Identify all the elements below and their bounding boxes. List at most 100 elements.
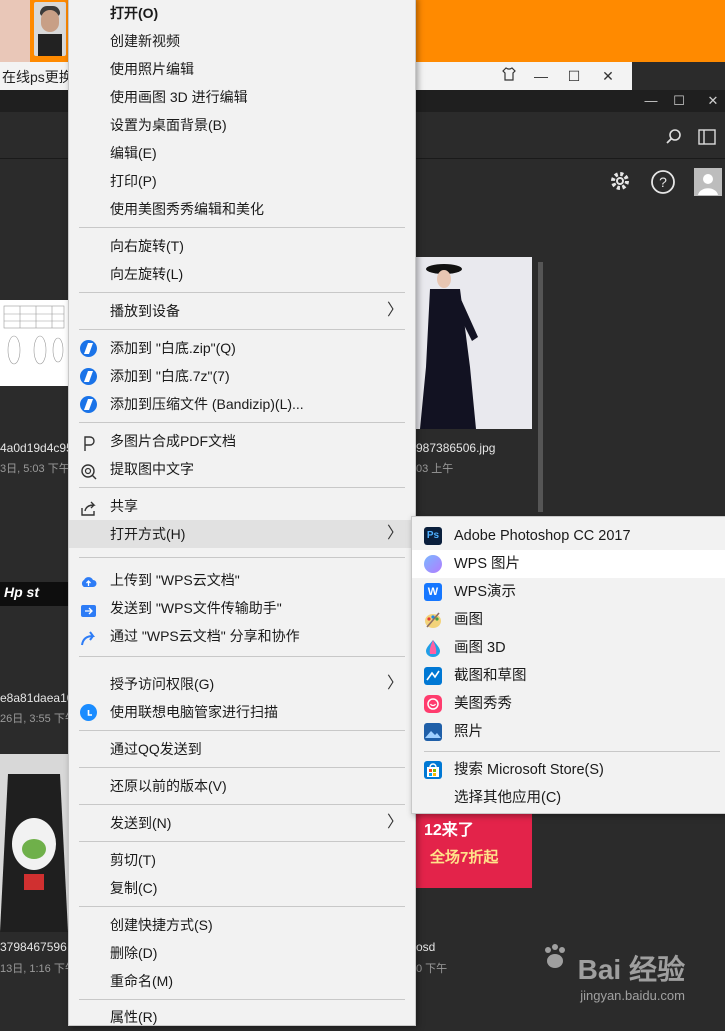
watermark-paw-icon — [540, 942, 566, 972]
chevron-right-icon: 〉 — [386, 302, 403, 319]
chevron-right-icon: 〉 — [386, 675, 403, 692]
app-maximize-button[interactable]: ☐ — [668, 92, 690, 110]
open-with-submenu: Ps Adobe Photoshop CC 2017 WPS 图片 W WPS演… — [411, 516, 725, 814]
sidebar-toggle-icon[interactable] — [698, 129, 716, 150]
submenu-item-photoshop[interactable]: Ps Adobe Photoshop CC 2017 — [412, 522, 725, 550]
avatar[interactable] — [694, 168, 722, 196]
submenu-item-photos[interactable]: 照片 — [412, 718, 725, 746]
maximize-button[interactable]: ☐ — [561, 66, 587, 86]
thumbnail-promo[interactable]: 12来了 全场7折起 — [416, 814, 532, 888]
lenovo-scan-icon — [80, 704, 97, 721]
menu-separator — [424, 751, 720, 752]
search-icon[interactable] — [665, 128, 683, 151]
browser-title: 在线ps更换 — [2, 69, 73, 85]
chevron-right-icon: 〉 — [386, 525, 403, 542]
menu-separator — [79, 656, 405, 657]
menu-item-send-wps-assistant[interactable]: 发送到 "WPS文件传输助手" — [69, 594, 415, 622]
paint-icon — [424, 611, 442, 629]
person-photo-thumbnail — [34, 2, 66, 56]
menu-separator — [79, 906, 405, 907]
scrollbar[interactable] — [538, 262, 543, 512]
bandizip-icon — [80, 368, 97, 385]
wps-presentation-icon: W — [424, 583, 442, 601]
menu-separator — [79, 557, 405, 558]
thumbnail-footprint-chart[interactable] — [0, 300, 68, 386]
menu-item-send-to[interactable]: 发送到(N) 〉 — [69, 809, 415, 837]
menu-separator — [79, 999, 405, 1000]
menu-item-open-with[interactable]: 打开方式(H) 〉 — [69, 520, 415, 548]
chevron-right-icon: 〉 — [386, 814, 403, 831]
thumbnail-banner[interactable]: Hp st — [0, 582, 68, 606]
app-close-button[interactable]: ✕ — [702, 92, 724, 110]
menu-separator — [79, 227, 405, 228]
wps-share-icon — [80, 628, 97, 646]
menu-item-wps-share[interactable]: 通过 "WPS云文档" 分享和协作 — [69, 622, 415, 650]
menu-separator — [79, 422, 405, 423]
menu-item-open[interactable]: 打开(O) — [69, 0, 415, 27]
menu-item-properties[interactable]: 属性(R) — [69, 1003, 415, 1031]
photoshop-icon: Ps — [424, 527, 442, 545]
submenu-item-wps-picture[interactable]: WPS 图片 — [412, 550, 725, 578]
menu-item-edit-with-photos[interactable]: 使用照片编辑 — [69, 55, 415, 83]
menu-item-merge-pdf[interactable]: 多图片合成PDF文档 — [69, 427, 415, 455]
submenu-item-store[interactable]: 搜索 Microsoft Store(S) — [412, 756, 725, 784]
menu-item-extract-text[interactable]: 提取图中文字 — [69, 455, 415, 483]
menu-item-rotate-right[interactable]: 向右旋转(T) — [69, 232, 415, 260]
meitu-icon — [424, 695, 442, 713]
menu-item-create-video[interactable]: 创建新视频 — [69, 27, 415, 55]
thumbnail-hoodie[interactable] — [0, 754, 68, 932]
menu-item-send-via-qq[interactable]: 通过QQ发送到 — [69, 735, 415, 763]
paint3d-icon — [424, 639, 442, 657]
menu-item-upload-wps[interactable]: 上传到 "WPS云文档" — [69, 566, 415, 594]
menu-separator — [79, 329, 405, 330]
cloud-upload-icon — [80, 572, 97, 589]
file-name: osd — [416, 940, 436, 954]
submenu-item-paint3d[interactable]: 画图 3D — [412, 634, 725, 662]
menu-item-add-archive[interactable]: 添加到压缩文件 (Bandizip)(L)... — [69, 390, 415, 418]
close-button[interactable]: ✕ — [595, 66, 621, 86]
submenu-item-paint[interactable]: 画图 — [412, 606, 725, 634]
menu-separator — [79, 804, 405, 805]
pdf-merge-icon — [80, 433, 97, 451]
file-date: 0 下午 — [416, 963, 448, 975]
app-minimize-button[interactable]: — — [640, 92, 662, 110]
minimize-button[interactable]: — — [528, 66, 554, 86]
menu-item-add-7z[interactable]: 添加到 "白底.7z"(7) — [69, 362, 415, 390]
menu-item-edit[interactable]: 编辑(E) — [69, 139, 415, 167]
menu-item-rotate-left[interactable]: 向左旋转(L) — [69, 260, 415, 288]
submenu-item-meitu[interactable]: 美图秀秀 — [412, 690, 725, 718]
menu-item-set-wallpaper[interactable]: 设置为桌面背景(B) — [69, 111, 415, 139]
submenu-item-wps-presentation[interactable]: W WPS演示 — [412, 578, 725, 606]
menu-item-create-shortcut[interactable]: 创建快捷方式(S) — [69, 911, 415, 939]
menu-item-cast-to-device[interactable]: 播放到设备〉 — [69, 297, 415, 325]
menu-item-grant-access[interactable]: 授予访问权限(G) 〉 — [69, 670, 415, 698]
menu-item-cut[interactable]: 剪切(T) — [69, 846, 415, 874]
store-icon — [424, 761, 442, 779]
menu-item-copy[interactable]: 复制(C) — [69, 874, 415, 902]
menu-item-restore-versions[interactable]: 还原以前的版本(V) — [69, 772, 415, 800]
menu-item-delete[interactable]: 删除(D) — [69, 939, 415, 967]
menu-item-share[interactable]: 共享 — [69, 492, 415, 520]
submenu-item-choose-other[interactable]: 选择其他应用(C) — [412, 784, 725, 812]
gear-icon[interactable] — [608, 169, 632, 198]
thumbnail-dress-model[interactable] — [416, 257, 532, 429]
menu-item-edit-paint3d[interactable]: 使用画图 3D 进行编辑 — [69, 83, 415, 111]
menu-item-add-zip[interactable]: 添加到 "白底.zip"(Q) — [69, 334, 415, 362]
menu-item-rename[interactable]: 重命名(M) — [69, 967, 415, 995]
wps-transfer-icon — [80, 600, 97, 617]
shirt-icon[interactable] — [496, 66, 522, 86]
file-name: 3798467596 — [0, 940, 67, 954]
help-icon[interactable]: ? — [650, 169, 676, 200]
file-date: 13日, 1:16 下午 — [0, 963, 76, 975]
menu-item-meitu-edit[interactable]: 使用美图秀秀编辑和美化 — [69, 195, 415, 223]
menu-item-print[interactable]: 打印(P) — [69, 167, 415, 195]
submenu-item-snip-sketch[interactable]: 截图和草图 — [412, 662, 725, 690]
share-icon — [80, 498, 97, 516]
file-name: 987386506.jpg — [416, 441, 496, 455]
bandizip-icon — [80, 340, 97, 357]
menu-separator — [79, 292, 405, 293]
menu-item-lenovo-scan[interactable]: 使用联想电脑管家进行扫描 — [69, 698, 415, 726]
photos-icon — [424, 723, 442, 741]
text-recognition-icon — [80, 461, 97, 480]
watermark: Bai 经验 — [577, 954, 685, 985]
